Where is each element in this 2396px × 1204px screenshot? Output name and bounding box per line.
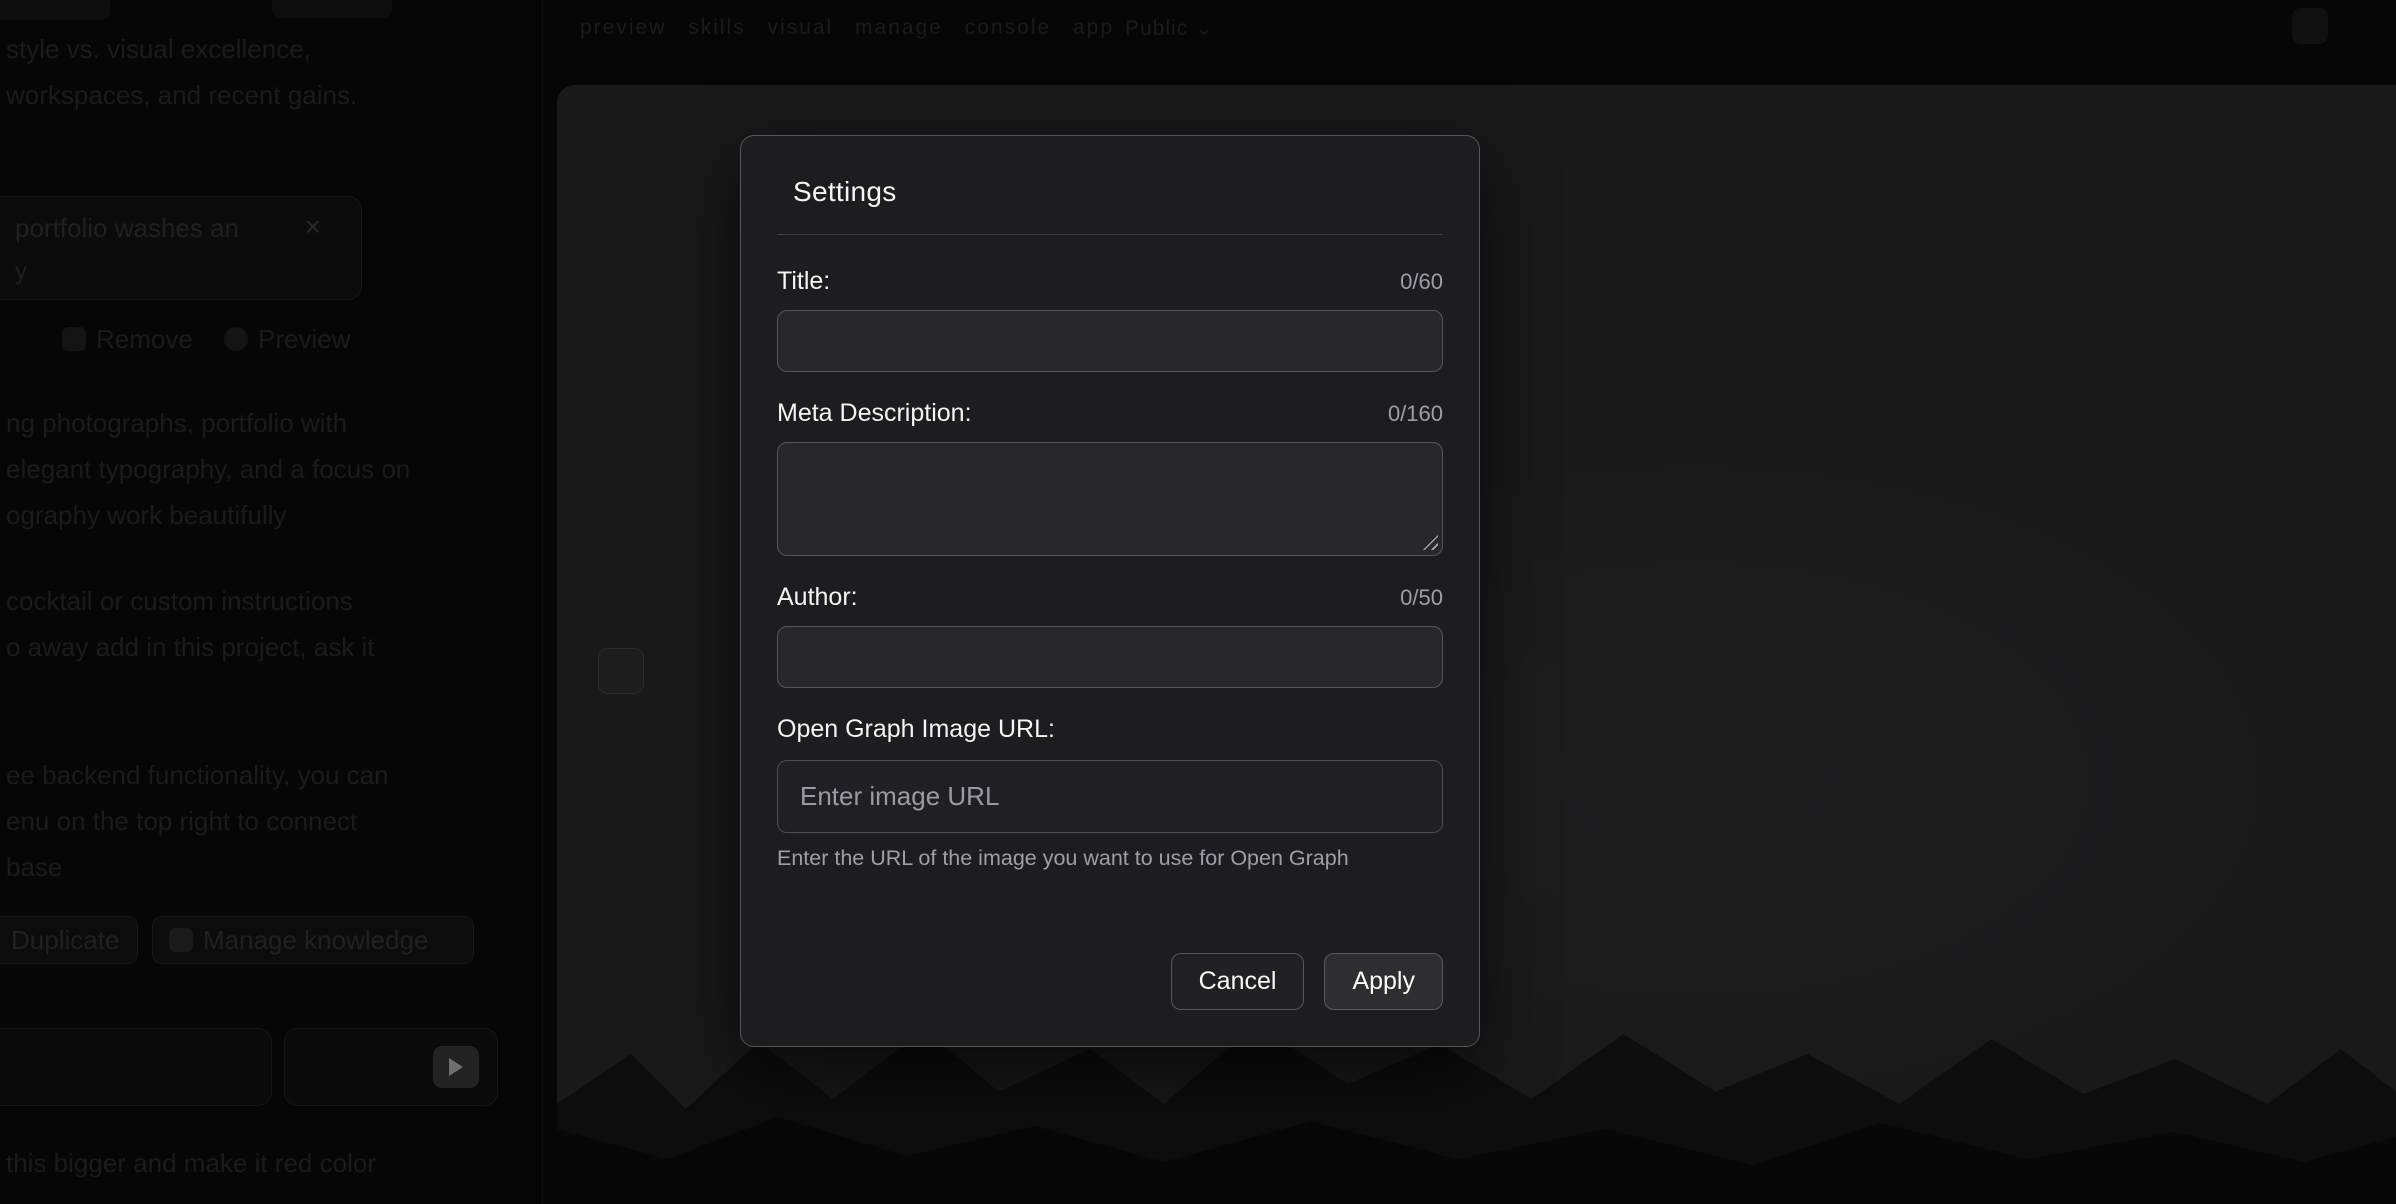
trash-icon xyxy=(62,327,86,351)
manage-knowledge-button[interactable]: Manage knowledge xyxy=(152,916,474,964)
og-image-url-input[interactable] xyxy=(777,760,1443,833)
close-icon[interactable]: × xyxy=(305,211,321,243)
title-counter: 0/60 xyxy=(1400,269,1443,295)
attachment-card[interactable]: portfolio washes an y × xyxy=(0,196,362,300)
og-image-field-group: Open Graph Image URL: Enter the URL of t… xyxy=(777,715,1443,871)
eye-icon xyxy=(224,327,248,351)
project-title: preview skills visual manage console app xyxy=(580,16,1114,40)
author-label: Author: xyxy=(777,583,858,612)
meta-description-field-group: Meta Description: 0/160 xyxy=(777,399,1443,556)
preview-button[interactable]: Preview xyxy=(208,318,366,360)
chat-paragraph: style vs. visual excellence, workspaces,… xyxy=(6,26,357,118)
og-image-label: Open Graph Image URL: xyxy=(777,715,1055,744)
title-field-group: Title: 0/60 xyxy=(777,267,1443,372)
grid-icon xyxy=(169,928,193,952)
chat-sidebar: style vs. visual excellence, workspaces,… xyxy=(0,0,543,1204)
chat-input[interactable] xyxy=(0,1028,272,1106)
chat-paragraph: ng photographs, portfolio with elegant t… xyxy=(6,400,410,538)
modal-header: Settings xyxy=(741,136,1479,234)
title-input[interactable] xyxy=(777,310,1443,372)
modal-title: Settings xyxy=(793,176,1427,208)
meta-description-counter: 0/160 xyxy=(1388,401,1443,427)
attachment-subtitle: y xyxy=(15,258,335,286)
title-label: Title: xyxy=(777,267,830,296)
app-screen: preview skills visual manage console app… xyxy=(0,0,2396,1204)
chat-paragraph: ee backend functionality, you can enu on… xyxy=(6,752,389,890)
modal-body: Title: 0/60 Meta Description: 0/160 Auth… xyxy=(741,235,1479,911)
apply-button[interactable]: Apply xyxy=(1324,953,1443,1010)
publish-menu[interactable]: Public ⌄ xyxy=(1125,16,1214,41)
modal-footer: Cancel Apply xyxy=(741,911,1479,1046)
meta-description-textarea[interactable] xyxy=(777,442,1443,556)
element-selector-button[interactable] xyxy=(598,648,644,694)
author-field-group: Author: 0/50 xyxy=(777,583,1443,688)
composer-actions xyxy=(284,1028,498,1106)
author-counter: 0/50 xyxy=(1400,585,1443,611)
cancel-button[interactable]: Cancel xyxy=(1171,953,1305,1010)
account-icon[interactable] xyxy=(2292,8,2328,44)
meta-description-label: Meta Description: xyxy=(777,399,972,428)
chat-paragraph: cocktail or custom instructions o away a… xyxy=(6,578,375,670)
remove-button[interactable]: Remove xyxy=(46,318,209,360)
og-image-helper-text: Enter the URL of the image you want to u… xyxy=(777,846,1443,871)
last-user-message: this bigger and make it red color xyxy=(6,1140,376,1186)
author-input[interactable] xyxy=(777,626,1443,688)
send-icon xyxy=(449,1058,463,1076)
settings-modal: Settings Title: 0/60 Meta Description: 0… xyxy=(740,135,1480,1047)
attachment-title: portfolio washes an xyxy=(15,213,335,244)
duplicate-button[interactable]: Duplicate xyxy=(0,916,138,964)
send-button[interactable] xyxy=(433,1046,479,1088)
